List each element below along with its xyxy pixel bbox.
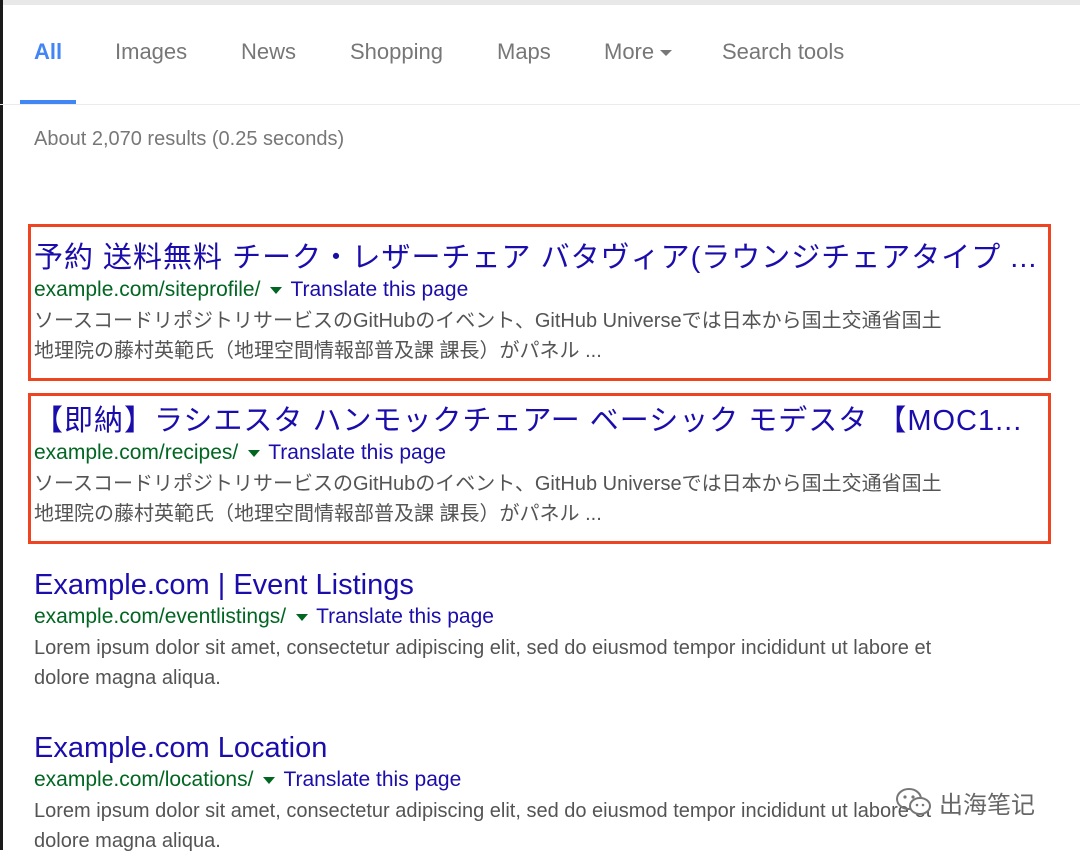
- result-snippet: ソースコードリポジトリサービスのGitHubのイベント、GitHub Unive…: [34, 306, 1044, 366]
- url-dropdown-arrow-icon[interactable]: [248, 449, 261, 457]
- tab-all[interactable]: All: [34, 39, 62, 65]
- url-dropdown-arrow-icon[interactable]: [296, 613, 309, 621]
- result-stats: About 2,070 results (0.25 seconds): [34, 128, 345, 150]
- search-result-4: Example.com Location example.com/locatio…: [34, 730, 1044, 856]
- result-url-row: example.com/recipes/Translate this page: [34, 439, 1044, 467]
- tab-more[interactable]: More: [604, 39, 673, 65]
- tab-images[interactable]: Images: [115, 39, 187, 65]
- result-snippet: ソースコードリポジトリサービスのGitHubのイベント、GitHub Unive…: [34, 469, 1044, 529]
- result-url-row: example.com/locations/Translate this pag…: [34, 766, 1044, 794]
- tab-news[interactable]: News: [241, 39, 296, 65]
- watermark: 出海笔记: [895, 784, 1035, 820]
- wechat-icon: [896, 788, 931, 815]
- result-url-row: example.com/eventlistings/Translate this…: [34, 603, 1044, 631]
- snippet-line: ソースコードリポジトリサービスのGitHubのイベント、GitHub Unive…: [34, 310, 942, 332]
- search-tabs-bar: All Images News Shopping Maps More Searc…: [0, 5, 1080, 105]
- result-snippet: Lorem ipsum dolor sit amet, consectetur …: [34, 633, 1044, 693]
- snippet-line: 地理院の藤村英範氏（地理空間情報部普及課 課長）がパネル ...: [34, 503, 602, 525]
- result-url: example.com/recipes/: [34, 441, 239, 464]
- url-dropdown-arrow-icon[interactable]: [270, 286, 283, 294]
- search-result-3: Example.com | Event Listings example.com…: [34, 567, 1044, 693]
- tab-more-label: More: [604, 39, 655, 64]
- snippet-line: Lorem ipsum dolor sit amet, consectetur …: [34, 637, 932, 659]
- chevron-down-icon: [660, 50, 673, 57]
- translate-link[interactable]: Translate this page: [283, 768, 461, 791]
- snippet-line: Lorem ipsum dolor sit amet, consectetur …: [34, 800, 932, 822]
- result-url-row: example.com/siteprofile/Translate this p…: [34, 276, 1044, 304]
- result-url: example.com/eventlistings/: [34, 605, 287, 628]
- url-dropdown-arrow-icon[interactable]: [263, 776, 276, 784]
- result-url: example.com/locations/: [34, 768, 254, 791]
- snippet-line: 地理院の藤村英範氏（地理空間情報部普及課 課長）がパネル ...: [34, 340, 602, 362]
- snippet-line: dolore magna aliqua.: [34, 667, 221, 689]
- translate-link[interactable]: Translate this page: [290, 278, 468, 301]
- result-title-link[interactable]: 【即納】ラシエスタ ハンモックチェアー ベーシック モデスタ 【MOC1...: [34, 403, 1044, 439]
- left-edge-rule: [0, 0, 3, 850]
- result-title-link[interactable]: Example.com Location: [34, 730, 1044, 766]
- snippet-line: dolore magna aliqua.: [34, 830, 221, 852]
- translate-link[interactable]: Translate this page: [316, 605, 494, 628]
- translate-link[interactable]: Translate this page: [268, 441, 446, 464]
- search-result-1: 予約 送料無料 チーク・レザーチェア バタヴィア(ラウンジチェアタイプ ... …: [34, 240, 1044, 366]
- watermark-text: 出海笔记: [939, 791, 1035, 819]
- tab-maps[interactable]: Maps: [497, 39, 551, 65]
- tab-search-tools[interactable]: Search tools: [722, 39, 844, 65]
- result-snippet: Lorem ipsum dolor sit amet, consectetur …: [34, 796, 1044, 856]
- active-tab-indicator: [20, 100, 76, 104]
- search-result-2: 【即納】ラシエスタ ハンモックチェアー ベーシック モデスタ 【MOC1... …: [34, 403, 1044, 529]
- result-title-link[interactable]: Example.com | Event Listings: [34, 567, 1044, 603]
- result-title-link[interactable]: 予約 送料無料 チーク・レザーチェア バタヴィア(ラウンジチェアタイプ ...: [34, 240, 1044, 276]
- tab-shopping[interactable]: Shopping: [350, 39, 443, 65]
- result-url: example.com/siteprofile/: [34, 278, 261, 301]
- snippet-line: ソースコードリポジトリサービスのGitHubのイベント、GitHub Unive…: [34, 473, 942, 495]
